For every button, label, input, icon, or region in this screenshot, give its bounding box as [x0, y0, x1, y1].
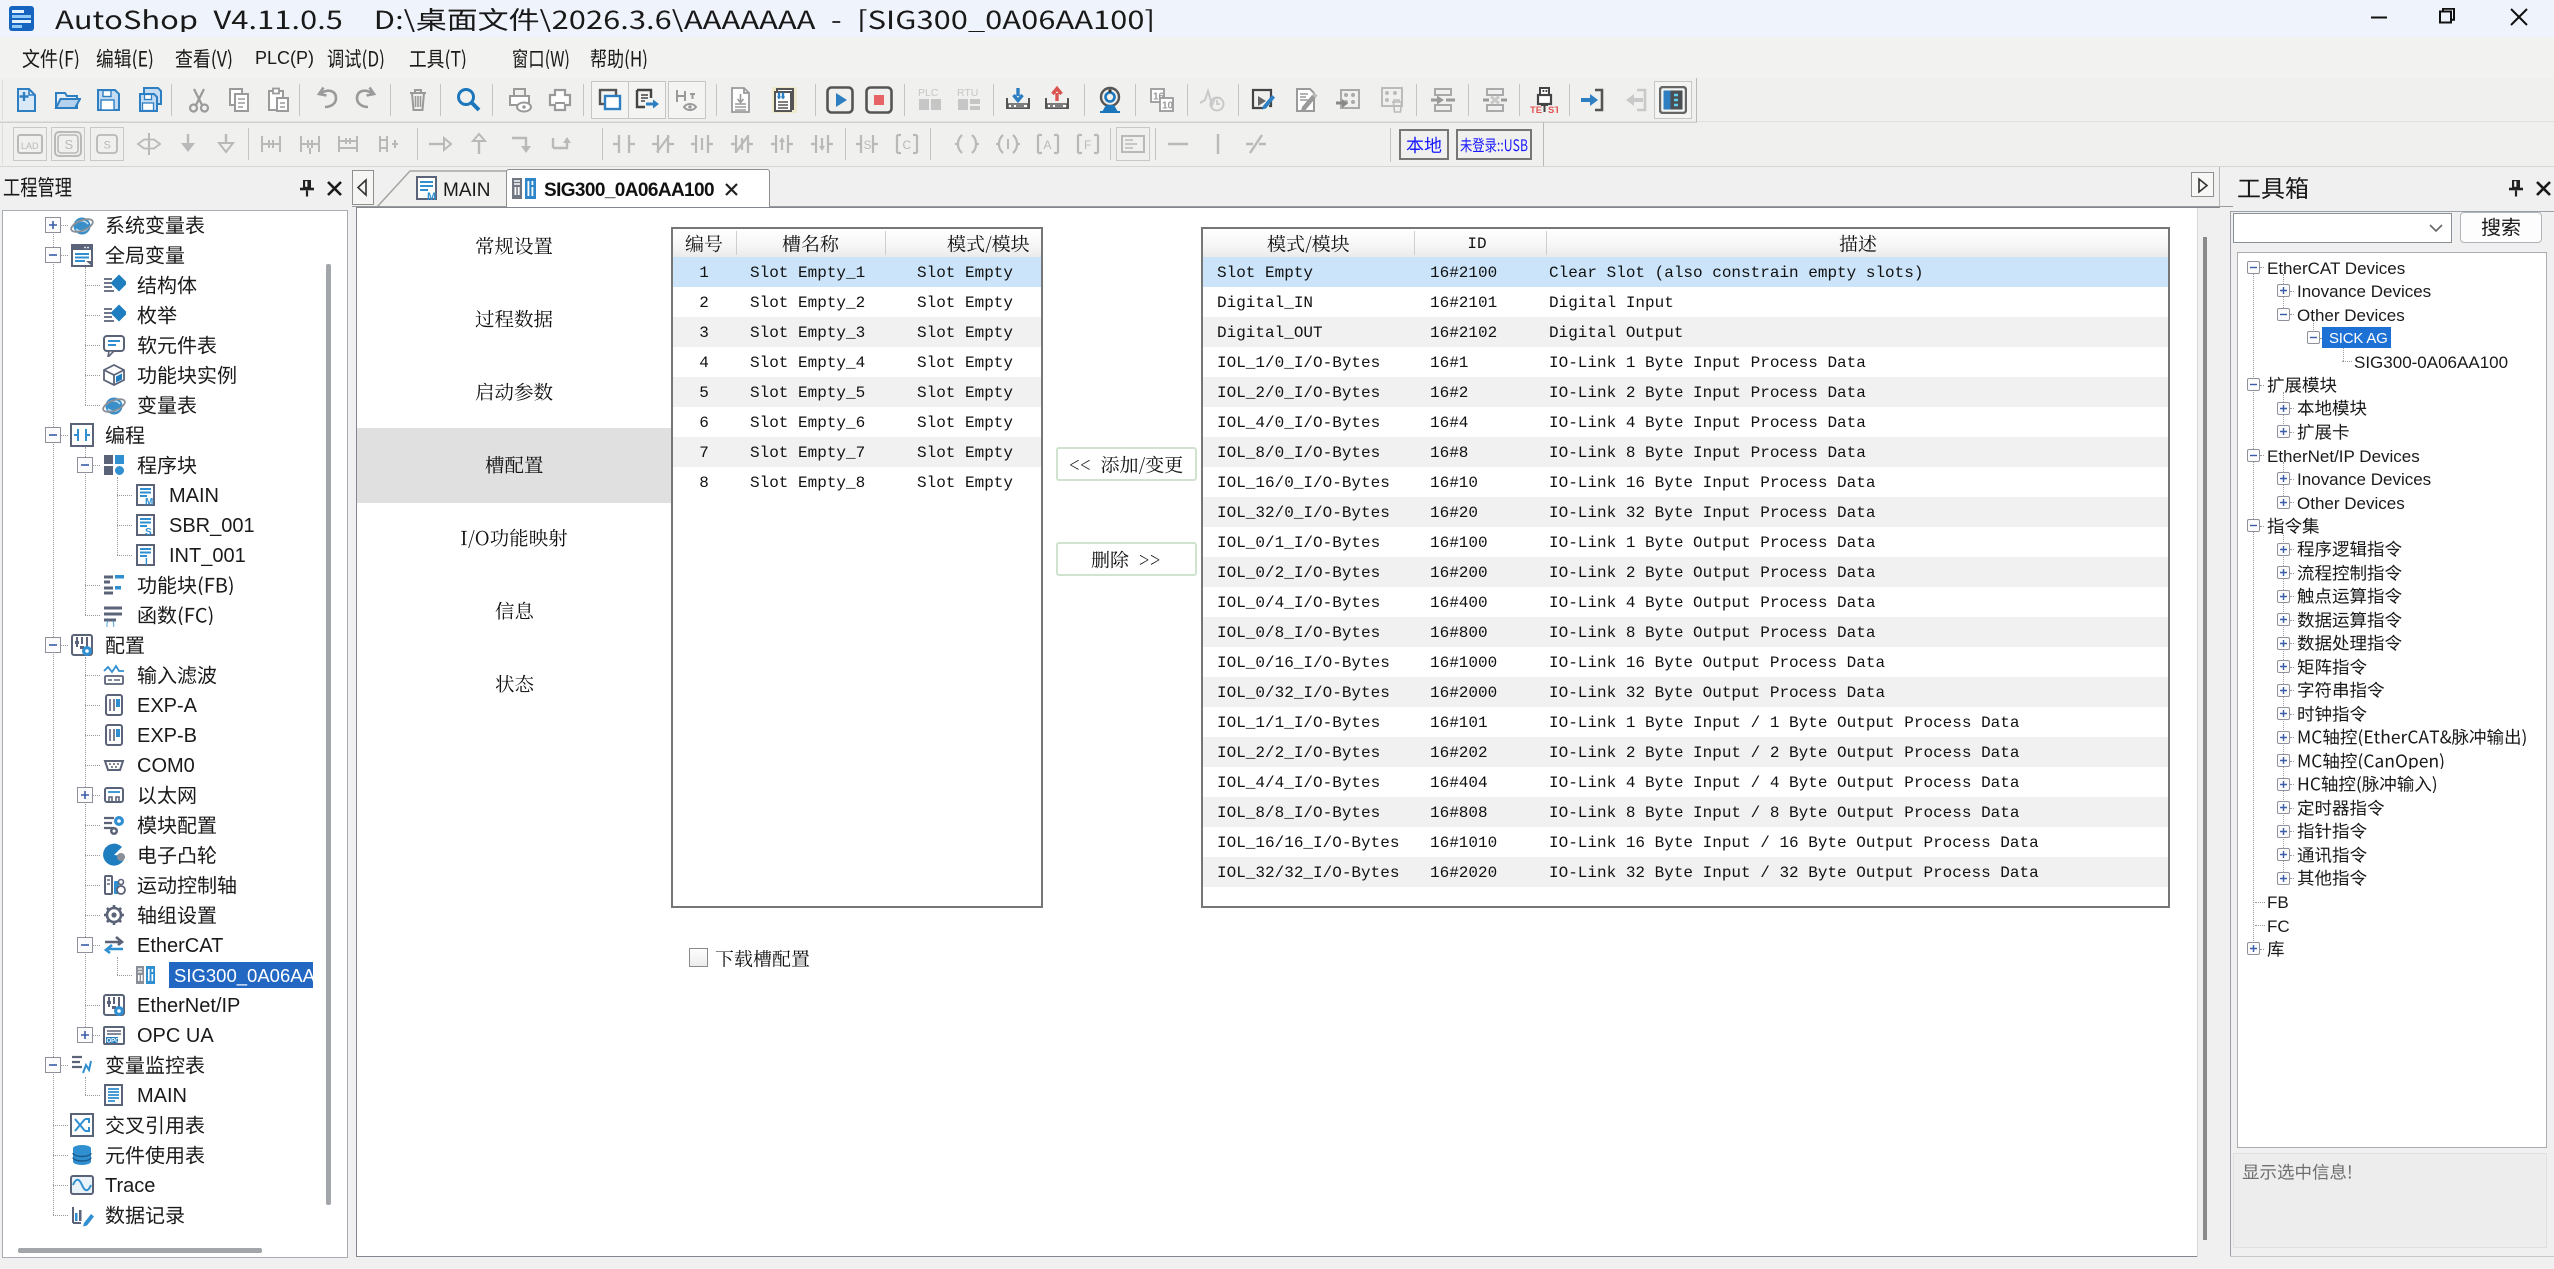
- svg-text:S: S: [864, 138, 872, 152]
- svg-text:TE: TE: [1530, 105, 1542, 114]
- svg-text:LAD: LAD: [21, 141, 39, 151]
- svg-text:M: M: [427, 191, 436, 202]
- svg-text:(): (): [105, 620, 116, 627]
- svg-text:10: 10: [1162, 101, 1174, 112]
- svg-text:S: S: [103, 140, 110, 152]
- svg-text:S: S: [145, 527, 152, 537]
- svg-text:ST: ST: [1548, 105, 1558, 114]
- svg-text:I: I: [145, 557, 148, 567]
- svg-text:M: M: [145, 497, 153, 507]
- svg-text:S: S: [64, 137, 73, 152]
- svg-text:A: A: [1043, 138, 1051, 152]
- svg-text:PLC: PLC: [918, 87, 939, 99]
- svg-text:RTU: RTU: [957, 87, 978, 99]
- svg-text:C: C: [903, 138, 912, 152]
- svg-text:OPC: OPC: [107, 1039, 121, 1045]
- svg-text:F: F: [1084, 138, 1091, 152]
